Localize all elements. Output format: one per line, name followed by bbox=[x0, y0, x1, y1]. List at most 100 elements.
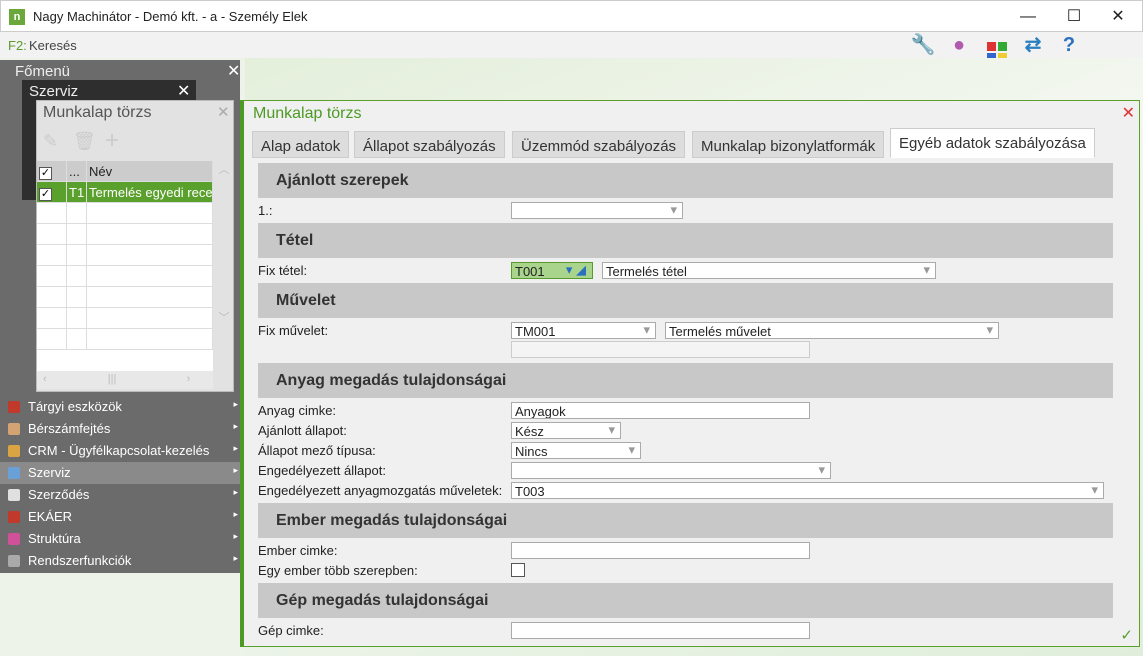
help-icon[interactable]: ? bbox=[1056, 33, 1082, 57]
menu-item-berszamfejtes[interactable]: Bérszámfejtés ▸ bbox=[0, 418, 240, 440]
menu-item-targyi-eszkozok[interactable]: Tárgyi eszközök ▸ bbox=[0, 396, 240, 418]
engedelyezett-muveletek-label: Engedélyezett anyagmozgatás műveletek: bbox=[258, 483, 503, 498]
edit-icon[interactable]: ✎ bbox=[43, 131, 58, 152]
grid-header: ✓... Név bbox=[37, 161, 213, 182]
search-button[interactable]: Keresés bbox=[29, 38, 77, 53]
service-icon bbox=[8, 467, 20, 479]
crm-icon bbox=[8, 445, 20, 457]
contract-icon bbox=[8, 489, 20, 501]
table-row[interactable]: ✓ T1 Termelés egyedi recept bbox=[37, 182, 213, 203]
row-checkbox[interactable]: ✓ bbox=[39, 188, 52, 201]
app-logo: n bbox=[9, 9, 25, 25]
window-title: Nagy Machinátor - Demó kft. - a - Személ… bbox=[33, 9, 308, 24]
main-menu-title: Főmenü bbox=[15, 63, 71, 80]
allapot-mezo-tipusa-select[interactable]: Nincs bbox=[511, 442, 641, 459]
panel-title: Munkalap törzs bbox=[253, 105, 362, 122]
fix-tetel-code: T001 bbox=[515, 264, 545, 279]
menu-label: Szerződés bbox=[28, 487, 90, 502]
menu-item-ekaer[interactable]: EKÁER ▸ bbox=[0, 506, 240, 528]
muvelet-extra-field[interactable] bbox=[511, 341, 810, 358]
panel-close-icon[interactable]: ✕ bbox=[1122, 103, 1135, 123]
role-1-label: 1.: bbox=[258, 203, 273, 218]
list-panel-close-icon[interactable]: ✕ bbox=[217, 103, 230, 121]
delete-icon[interactable]: 🗑 bbox=[73, 131, 96, 152]
fix-muvelet-name-select[interactable]: Termelés művelet bbox=[665, 322, 999, 339]
menu-label: Bérszámfejtés bbox=[28, 421, 111, 436]
system-icon bbox=[8, 555, 20, 567]
list-grid: ✓... Név ✓ T1 Termelés egyedi recept bbox=[37, 161, 213, 371]
maximize-button[interactable]: ☐ bbox=[1051, 5, 1097, 29]
tab-uzemmod-szabalyozas[interactable]: Üzemmód szabályozás bbox=[512, 131, 686, 158]
confirm-check-icon[interactable]: ✓ bbox=[1120, 626, 1133, 644]
tab-alap-adatok[interactable]: Alap adatok bbox=[252, 131, 350, 158]
munkalap-list-panel: Munkalap törzs ✕ ✎ 🗑 + ✓... Név ✓ T1 Termel… bbox=[36, 100, 234, 392]
section-muvelet: Művelet bbox=[258, 283, 1113, 318]
menu-label: Tárgyi eszközök bbox=[28, 399, 122, 414]
add-icon[interactable]: + bbox=[105, 127, 119, 155]
chevron-down-icon[interactable]: ▾ ◢ bbox=[566, 263, 586, 278]
close-button[interactable]: ✕ bbox=[1095, 5, 1141, 29]
minimize-button[interactable]: — bbox=[1005, 5, 1051, 29]
vertical-scrollbar[interactable]: ︿ ﹀ bbox=[215, 161, 233, 371]
section-anyag: Anyag megadás tulajdonságai bbox=[258, 363, 1113, 398]
anyag-cimke-label: Anyag cimke: bbox=[258, 403, 337, 418]
column-code[interactable]: ... bbox=[67, 161, 87, 181]
list-panel-title: Munkalap törzs bbox=[43, 104, 152, 121]
main-menu-close-icon[interactable]: ✕ bbox=[227, 61, 240, 81]
tab-egyeb-adatok[interactable]: Egyéb adatok szabályozása bbox=[890, 128, 1095, 158]
row-code: T1 bbox=[67, 182, 87, 202]
egy-ember-tobb-szerepben-checkbox[interactable] bbox=[511, 563, 525, 577]
swap-icon[interactable]: ⇄ bbox=[1020, 33, 1046, 57]
ajanlott-allapot-label: Ajánlott állapot: bbox=[258, 423, 347, 438]
menu-item-szerviz[interactable]: Szerviz ▸ bbox=[0, 462, 240, 484]
ember-cimke-label: Ember cimke: bbox=[258, 543, 338, 558]
allapot-mezo-tipusa-label: Állapot mező típusa: bbox=[258, 443, 376, 458]
egy-ember-tobb-szerepben-label: Egy ember több szerepben: bbox=[258, 563, 418, 578]
menu-item-struktura[interactable]: Struktúra ▸ bbox=[0, 528, 240, 550]
fix-tetel-label: Fix tétel: bbox=[258, 263, 308, 278]
ekaer-icon bbox=[8, 511, 20, 523]
structure-icon bbox=[8, 533, 20, 545]
tab-munkalap-bizonylatformak[interactable]: Munkalap bizonylatformák bbox=[692, 131, 885, 158]
fix-tetel-name-select[interactable]: Termelés tétel bbox=[602, 262, 936, 279]
menu-item-rendszerfunkciok[interactable]: Rendszerfunkciók ▸ bbox=[0, 550, 240, 572]
gep-cimke-input[interactable] bbox=[511, 622, 810, 639]
section-gep: Gép megadás tulajdonságai bbox=[258, 583, 1113, 618]
szerviz-title: Szerviz bbox=[29, 83, 79, 100]
anyag-cimke-input[interactable]: Anyagok bbox=[511, 402, 810, 419]
menu-label: Struktúra bbox=[28, 531, 81, 546]
fix-muvelet-label: Fix művelet: bbox=[258, 323, 329, 338]
menu-label: Szerviz bbox=[28, 465, 71, 480]
wrench-icon[interactable]: 🔧 bbox=[910, 33, 936, 57]
fix-tetel-code-select[interactable]: T001 ▾ ◢ bbox=[511, 262, 593, 279]
engedelyezett-allapot-label: Engedélyezett állapot: bbox=[258, 463, 386, 478]
menu-item-szerzodes[interactable]: Szerződés ▸ bbox=[0, 484, 240, 506]
apps-icon[interactable] bbox=[984, 33, 1010, 62]
menu-label: CRM - Ügyfélkapcsolat-kezelés bbox=[28, 443, 210, 458]
gep-cimke-label: Gép cimke: bbox=[258, 623, 324, 638]
menu-label: Rendszerfunkciók bbox=[28, 553, 132, 568]
assets-icon bbox=[8, 401, 20, 413]
munkalap-detail-panel: Munkalap törzs ✕ Alap adatok Állapot sza… bbox=[240, 100, 1140, 647]
section-tetel: Tétel bbox=[258, 223, 1113, 258]
title-bar: n Nagy Machinátor - Demó kft. - a - Szem… bbox=[0, 0, 1143, 32]
horizontal-scrollbar[interactable]: ‹ ||| › bbox=[37, 371, 213, 389]
search-shortcut-key: F2: bbox=[8, 38, 27, 53]
engedelyezett-allapot-select[interactable] bbox=[511, 462, 831, 479]
section-ajanlott-szerepek: Ajánlott szerepek bbox=[258, 163, 1113, 198]
ajanlott-allapot-select[interactable]: Kész bbox=[511, 422, 621, 439]
row-name: Termelés egyedi recept bbox=[87, 182, 213, 202]
menu-item-crm[interactable]: CRM - Ügyfélkapcsolat-kezelés ▸ bbox=[0, 440, 240, 462]
payroll-icon bbox=[8, 423, 20, 435]
szerviz-close-icon[interactable]: ✕ bbox=[177, 81, 190, 101]
engedelyezett-muveletek-select[interactable]: T003 bbox=[511, 482, 1104, 499]
column-name[interactable]: Név bbox=[87, 161, 213, 181]
ember-cimke-input[interactable] bbox=[511, 542, 810, 559]
menu-label: EKÁER bbox=[28, 509, 73, 524]
role-1-select[interactable] bbox=[511, 202, 683, 219]
user-icon[interactable]: ● bbox=[946, 33, 972, 57]
fix-muvelet-code-select[interactable]: TM001 bbox=[511, 322, 656, 339]
section-ember: Ember megadás tulajdonságai bbox=[258, 503, 1113, 538]
select-all-checkbox[interactable]: ✓ bbox=[39, 167, 52, 180]
tab-allapot-szabalyozas[interactable]: Állapot szabályozás bbox=[354, 131, 505, 158]
